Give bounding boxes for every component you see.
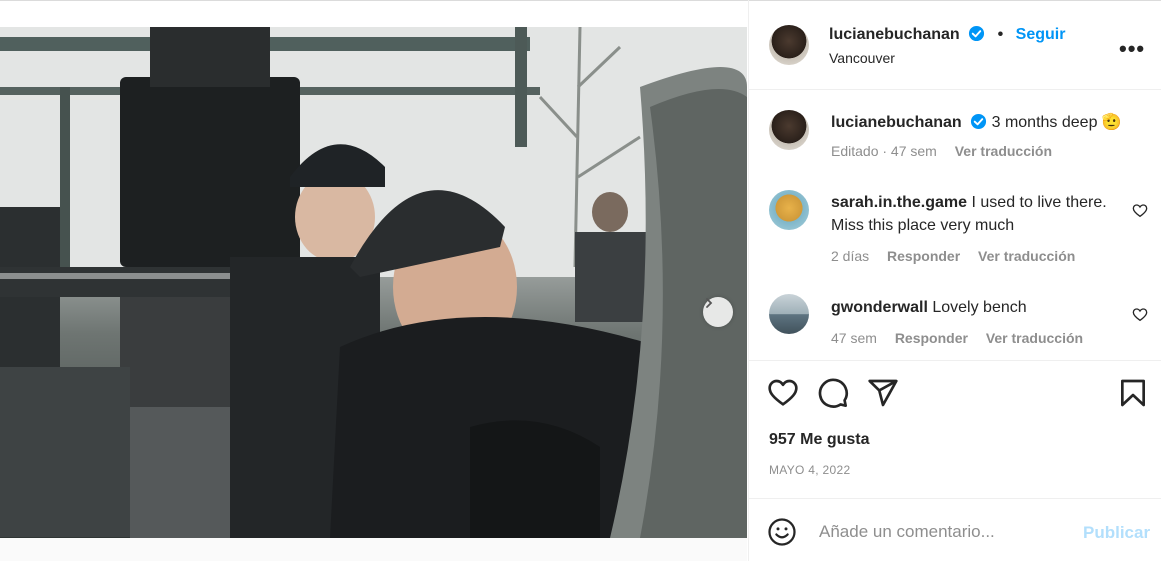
share-icon[interactable] (867, 377, 899, 409)
follow-button[interactable]: Seguir (1016, 26, 1066, 43)
reply-link[interactable]: Responder (887, 248, 960, 264)
author-username[interactable]: lucianebuchanan (829, 26, 960, 43)
comment-item: gwonderwall Lovely bench 47 sem Responde… (749, 294, 1161, 354)
header-title-row: lucianebuchanan • Seguir (829, 25, 1065, 44)
caption-translate-link[interactable]: Ver traducción (955, 143, 1052, 159)
post-actions: 957 Me gusta MAYO 4, 2022 (749, 360, 1161, 498)
likes-count[interactable]: 957 Me gusta (769, 431, 869, 449)
chevron-right-icon (706, 298, 713, 308)
caption-text-block: lucianebuchanan 3 months deep 🫡 (831, 111, 1122, 134)
post-header: lucianebuchanan • Seguir Vancouver ••• (749, 0, 1161, 90)
comment-text-block: sarah.in.the.game I used to live there. … (831, 191, 1121, 237)
verified-badge-icon (969, 25, 985, 42)
emoji-icon[interactable] (767, 517, 797, 547)
comment-item: sarah.in.the.game I used to live there. … (749, 188, 1161, 278)
comment-username[interactable]: gwonderwall (831, 299, 928, 316)
caption-avatar[interactable] (769, 110, 809, 150)
comment-composer: Añade un comentario... Publicar (749, 498, 1161, 561)
post-location[interactable]: Vancouver (829, 50, 895, 66)
verified-badge-icon (971, 113, 987, 130)
more-options-icon[interactable]: ••• (1119, 36, 1145, 62)
bookmark-icon[interactable] (1117, 377, 1149, 409)
comment-time: 2 días (831, 248, 870, 264)
comment-input[interactable]: Añade un comentario... (819, 522, 995, 542)
comment-time: 47 sem (831, 330, 877, 346)
comment-avatar[interactable] (769, 190, 809, 230)
header-separator: • (997, 26, 1004, 43)
post-photo[interactable] (0, 27, 747, 538)
comment-username[interactable]: sarah.in.the.game (831, 194, 967, 211)
comment-translate-link[interactable]: Ver traducción (986, 330, 1083, 346)
publish-button[interactable]: Publicar (1083, 523, 1150, 543)
post-side-panel: lucianebuchanan • Seguir Vancouver ••• l… (748, 0, 1161, 561)
caption-edited: Editado · 47 sem (831, 143, 937, 159)
next-slide-button[interactable] (703, 297, 733, 327)
photo-illustration (0, 27, 747, 538)
comment-avatar[interactable] (769, 294, 809, 334)
comment-meta: 2 días Responder Ver traducción (831, 248, 1075, 264)
caption-username[interactable]: lucianebuchanan (831, 114, 962, 131)
comment-meta: 47 sem Responder Ver traducción (831, 330, 1083, 346)
reply-link[interactable]: Responder (895, 330, 968, 346)
caption-meta: Editado · 47 sem Ver traducción (831, 143, 1052, 159)
like-heart-icon[interactable] (767, 377, 799, 409)
caption-text: 3 months deep 🫡 (991, 114, 1122, 131)
comment-text-block: gwonderwall Lovely bench (831, 296, 1121, 319)
comment-translate-link[interactable]: Ver traducción (978, 248, 1075, 264)
photo-bottom-strip (0, 538, 747, 561)
author-avatar[interactable] (769, 25, 809, 65)
post-date[interactable]: MAYO 4, 2022 (769, 463, 850, 477)
comment-text: Lovely bench (932, 299, 1027, 316)
caption-row: lucianebuchanan 3 months deep 🫡 Editado … (749, 108, 1161, 168)
comment-icon[interactable] (817, 377, 849, 409)
heart-icon[interactable] (1132, 203, 1148, 219)
heart-icon[interactable] (1132, 307, 1148, 323)
